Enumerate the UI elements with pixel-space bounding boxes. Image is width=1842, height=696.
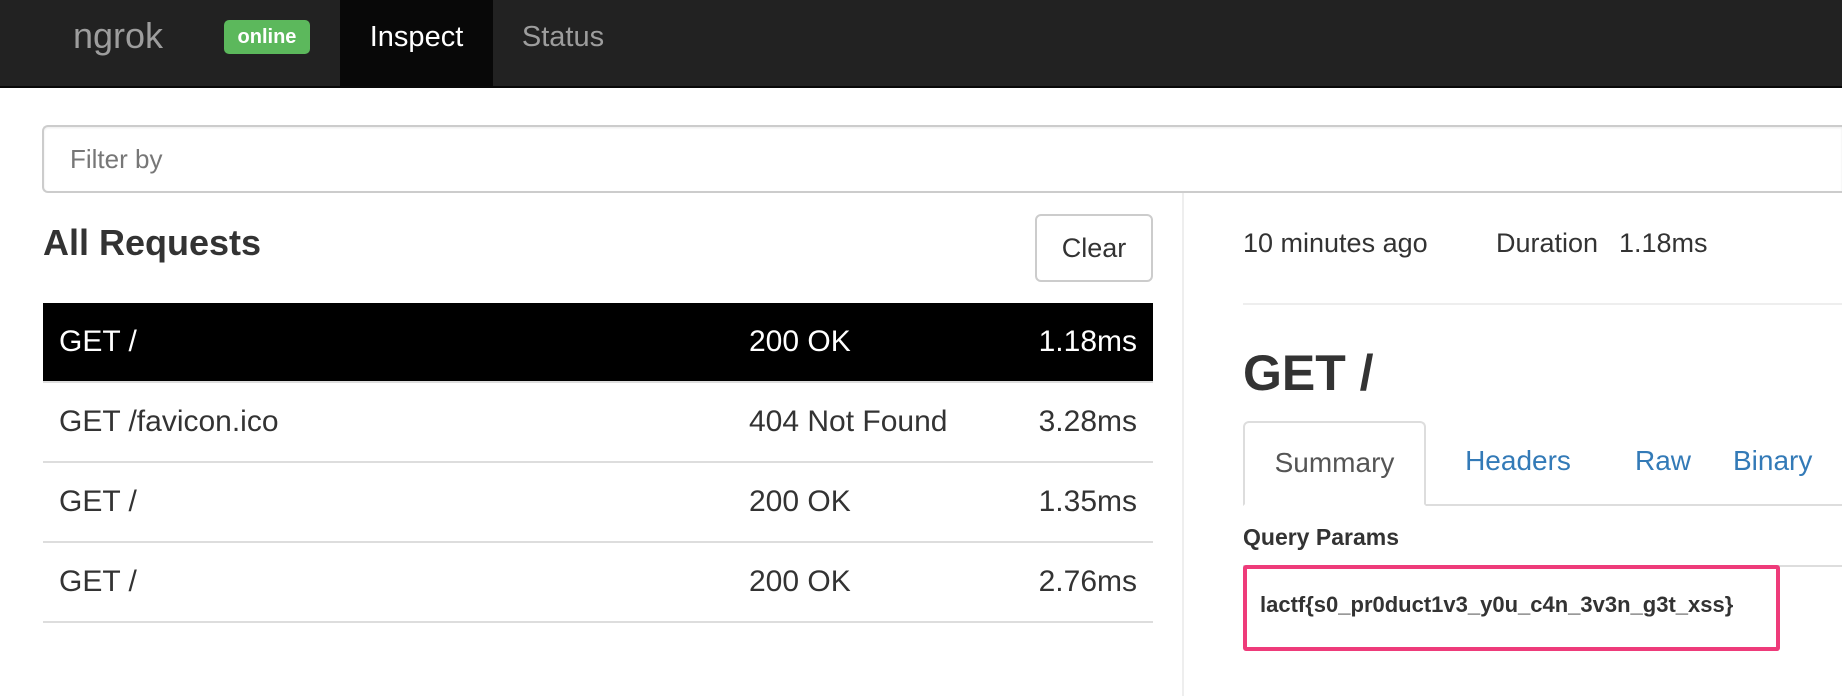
request-duration: 1.18ms: [1038, 325, 1137, 358]
request-duration: 2.76ms: [1038, 565, 1137, 598]
brand-logo[interactable]: ngrok: [73, 16, 163, 56]
clear-button[interactable]: Clear: [1035, 214, 1153, 282]
request-time-ago: 10 minutes ago: [1243, 228, 1428, 258]
tab-summary[interactable]: Summary: [1243, 421, 1426, 506]
table-row[interactable]: GET / 200 OK 1.18ms: [43, 303, 1153, 383]
detail-divider: [1243, 303, 1842, 305]
tab-headers[interactable]: Headers: [1443, 421, 1593, 504]
request-path: GET /: [59, 485, 137, 518]
request-path: GET /: [59, 325, 137, 358]
filter-container: [42, 125, 1842, 193]
request-status: 404 Not Found: [749, 405, 948, 438]
all-requests-heading: All Requests: [43, 222, 262, 263]
query-params-table: lactf{s0_pr0duct1v3_y0u_c4n_3v3n_g3t_xss…: [1243, 565, 1842, 651]
request-status: 200 OK: [749, 325, 851, 358]
request-title: GET /: [1243, 345, 1374, 401]
duration-label: Duration: [1496, 228, 1599, 258]
request-duration: 1.35ms: [1038, 485, 1137, 518]
request-duration: 3.28ms: [1038, 405, 1137, 438]
request-status: 200 OK: [749, 485, 851, 518]
tab-raw[interactable]: Raw: [1613, 421, 1713, 504]
table-row[interactable]: GET /favicon.ico 404 Not Found 3.28ms: [43, 383, 1153, 463]
table-row[interactable]: GET / 200 OK 1.35ms: [43, 463, 1153, 543]
query-params-label: Query Params: [1243, 524, 1399, 550]
detail-tabs: Summary Headers Raw Binary: [1243, 421, 1842, 506]
filter-input[interactable]: [44, 127, 1842, 191]
request-status: 200 OK: [749, 565, 851, 598]
request-path: GET /: [59, 565, 137, 598]
request-path: GET /favicon.ico: [59, 405, 279, 438]
top-navbar: ngrok online Inspect Status: [0, 0, 1842, 88]
requests-table: GET / 200 OK 1.18ms GET /favicon.ico 404…: [43, 303, 1153, 623]
table-row[interactable]: GET / 200 OK 2.76ms: [43, 543, 1153, 623]
tab-binary[interactable]: Binary: [1733, 421, 1842, 504]
duration-value: 1.18ms: [1619, 228, 1708, 258]
query-param-value: lactf{s0_pr0duct1v3_y0u_c4n_3v3n_g3t_xss…: [1260, 592, 1734, 617]
online-status-badge: online: [224, 20, 310, 54]
nav-tab-inspect[interactable]: Inspect: [340, 0, 493, 86]
nav-tab-status[interactable]: Status: [493, 0, 633, 86]
panel-divider: [1182, 193, 1184, 696]
